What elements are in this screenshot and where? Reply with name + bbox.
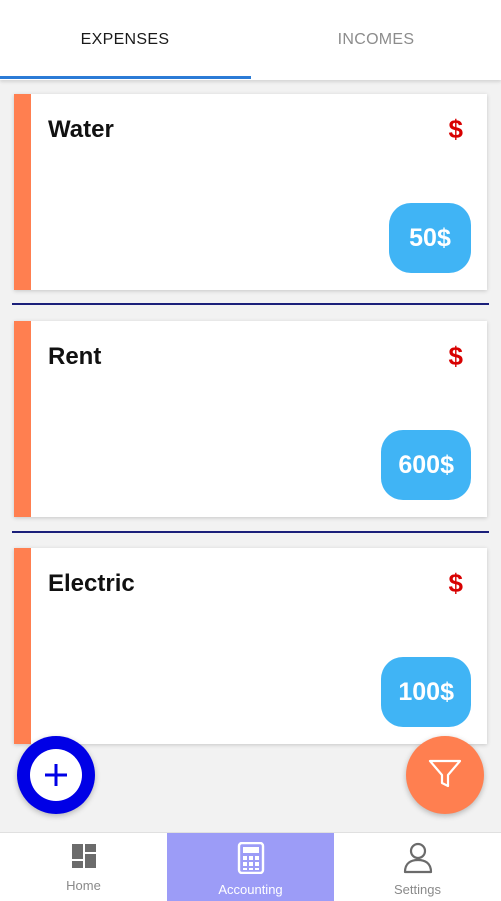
nav-label-settings: Settings — [394, 882, 441, 897]
expense-card-rent[interactable]: Rent $ 600$ — [14, 321, 487, 517]
amount-badge[interactable]: 100$ — [381, 657, 471, 727]
plus-icon — [30, 749, 82, 801]
tab-incomes[interactable]: INCOMES — [251, 0, 501, 80]
calculator-icon — [236, 841, 266, 879]
filter-button[interactable] — [406, 736, 484, 814]
expense-title: Rent — [48, 343, 102, 370]
card-stripe — [14, 548, 31, 744]
amount-badge[interactable]: 50$ — [389, 203, 471, 273]
expense-card-water[interactable]: Water $ 50$ — [14, 94, 487, 290]
dashboard-icon — [70, 842, 98, 875]
nav-item-accounting[interactable]: Accounting — [167, 833, 334, 901]
currency-icon: $ — [448, 568, 463, 598]
add-expense-button[interactable] — [17, 736, 95, 814]
expense-title: Water — [48, 116, 114, 143]
amount-badge[interactable]: 600$ — [381, 430, 471, 500]
card-stripe — [14, 321, 31, 517]
nav-item-settings[interactable]: Settings — [334, 833, 501, 901]
currency-icon: $ — [448, 114, 463, 144]
expense-title: Electric — [48, 570, 135, 597]
nav-label-accounting: Accounting — [218, 882, 283, 897]
tab-indicator — [0, 76, 251, 79]
tab-expenses[interactable]: EXPENSES — [0, 0, 250, 80]
divider — [12, 531, 489, 533]
expense-card-electric[interactable]: Electric $ 100$ — [14, 548, 487, 744]
nav-item-home[interactable]: Home — [0, 833, 167, 901]
card-stripe — [14, 94, 31, 290]
user-icon — [403, 842, 433, 879]
nav-label-home: Home — [66, 878, 101, 893]
currency-icon: $ — [448, 341, 463, 371]
bottom-navigation: Home Accounting Settings — [0, 832, 501, 901]
tab-bar: EXPENSES INCOMES — [0, 0, 501, 80]
filter-icon — [425, 753, 465, 798]
divider — [12, 303, 489, 305]
